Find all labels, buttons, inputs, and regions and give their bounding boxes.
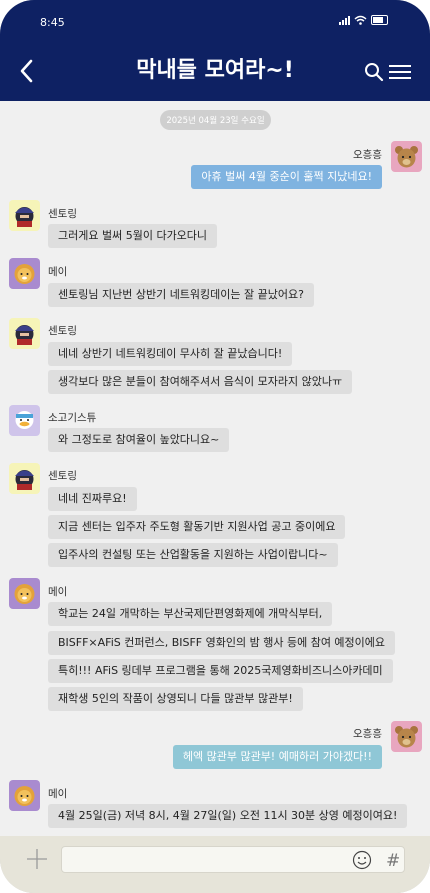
character-avatar-icon	[15, 207, 34, 227]
avatar[interactable]	[9, 318, 40, 349]
sender-name: 오흥흥	[353, 149, 382, 161]
chat-header: 8:45 막내들 모여라~!	[0, 0, 430, 101]
duck-avatar-icon	[15, 411, 34, 429]
avatar[interactable]	[9, 463, 40, 494]
search-icon[interactable]	[364, 62, 384, 82]
message-bubble-outgoing[interactable]: 헤엑 많관부 많관부! 예매하러 가야겠다!!	[172, 745, 382, 769]
message-bubble[interactable]: 네네 진짜루요!	[48, 487, 137, 511]
hash-icon[interactable]: #	[386, 851, 400, 871]
plus-icon[interactable]	[26, 848, 48, 870]
avatar[interactable]	[9, 405, 40, 436]
signal-icon	[339, 15, 350, 25]
character-avatar-icon	[15, 325, 34, 345]
lion-avatar-icon	[14, 786, 35, 806]
avatar[interactable]	[391, 721, 422, 752]
sender-name: 센토링	[48, 208, 77, 220]
character-avatar-icon	[15, 470, 34, 490]
lion-avatar-icon	[14, 264, 35, 284]
message-bubble[interactable]: 4월 25일(금) 저녁 8시, 4월 27일(일) 오전 11시 30분 상영…	[48, 804, 408, 828]
bear-avatar-icon	[395, 726, 418, 748]
avatar[interactable]	[9, 258, 40, 289]
message-bubble-outgoing[interactable]: 아휴 벌써 4월 중순이 훌쩍 지났네요!	[191, 165, 382, 189]
avatar[interactable]	[9, 578, 40, 609]
message-bubble[interactable]: 지금 센터는 입주자 주도형 활동기반 지원사업 공고 중이에요	[48, 515, 346, 539]
message-bubble[interactable]: 입주사의 컨설팅 또는 산업활동을 지원하는 사업이랍니다~	[48, 543, 338, 567]
bear-avatar-icon	[395, 146, 418, 168]
avatar[interactable]	[9, 780, 40, 811]
sender-name: 센토링	[48, 325, 77, 337]
avatar[interactable]	[9, 200, 40, 231]
message-bubble[interactable]: 네네 상반기 네트워킹데이 무사히 잘 끝났습니다!	[48, 342, 293, 366]
message-bubble[interactable]: 학교는 24일 개막하는 부산국제단편영화제에 개막식부터,	[48, 602, 333, 626]
emoji-icon[interactable]	[352, 850, 372, 870]
sender-name: 메이	[48, 788, 68, 800]
sender-name: 오흥흥	[353, 728, 382, 740]
date-divider: 2025년 04월 23일 수요일	[160, 110, 271, 130]
message-bubble[interactable]: 센토링님 지난번 상반기 네트워킹데이는 잘 끝났어요?	[48, 283, 314, 307]
message-bubble[interactable]: 재학생 5인의 작품이 상영되니 다들 많관부 많관부!	[48, 687, 303, 711]
message-bubble[interactable]: 특히!!! AFiS 링데부 프로그램을 통해 2025국제영화비즈니스아카데미	[48, 659, 393, 683]
message-bubble[interactable]: 그러게요 벌써 5월이 다가오다니	[48, 224, 218, 248]
message-bubble[interactable]: BISFF×AFiS 컨퍼런스, BISFF 영화인의 밤 행사 등에 참여 예…	[48, 631, 396, 655]
status-icons	[339, 15, 388, 25]
sender-name: 메이	[48, 586, 68, 598]
sender-name: 소고기스튜	[48, 412, 97, 424]
avatar[interactable]	[391, 141, 422, 172]
wifi-icon	[354, 15, 367, 25]
phone-frame: 8:45 막내들 모여라~! 2025년 04월 23일 수요일 오흥흥 아휴 …	[0, 0, 430, 893]
status-time: 8:45	[40, 16, 65, 29]
message-bubble[interactable]: 생각보다 많은 분들이 참여해주셔서 음식이 모자라지 않았나ㅠ	[48, 370, 353, 394]
lion-avatar-icon	[14, 584, 35, 604]
hamburger-menu-icon[interactable]	[389, 64, 411, 80]
battery-icon	[371, 15, 388, 25]
sender-name: 메이	[48, 266, 68, 278]
sender-name: 센토링	[48, 470, 77, 482]
message-bubble[interactable]: 와 그정도로 참여율이 높았다니요~	[48, 428, 230, 452]
